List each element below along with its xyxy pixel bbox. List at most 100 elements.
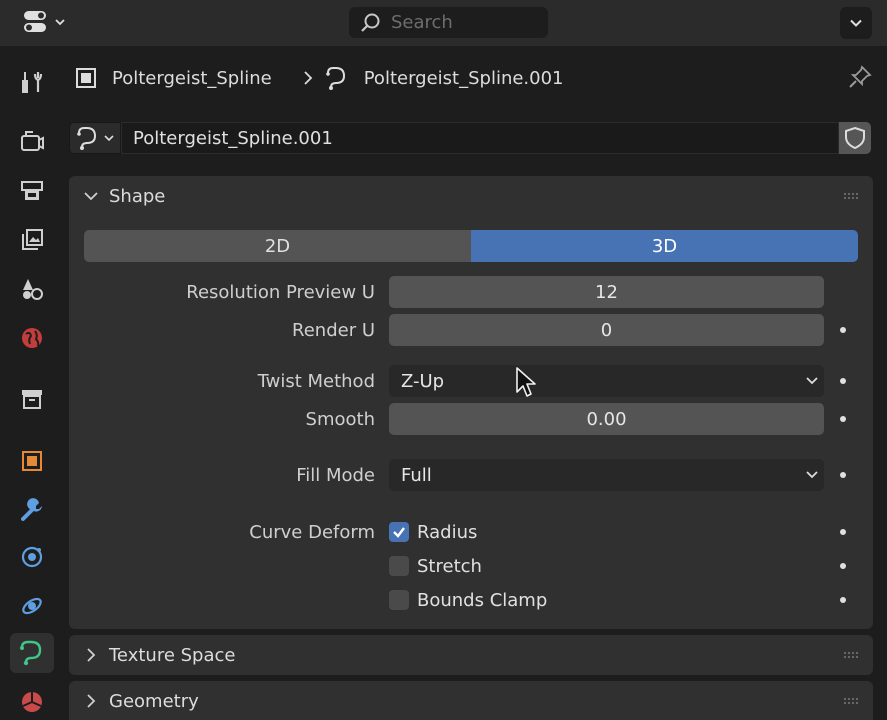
twist-method-label: Twist Method [257,370,375,392]
datablock-selector: Poltergeist_Spline.001 [69,122,871,154]
resolution-preview-label: Resolution Preview U [186,281,375,303]
checkbox-unchecked-icon [389,556,409,576]
drag-grip-icon[interactable] [843,192,859,200]
keyframe-dot-icon[interactable] [840,529,846,535]
tab-tool[interactable] [10,62,54,102]
properties-main: Poltergeist_Spline Poltergeist_Spline.00… [63,46,887,720]
tab-output[interactable] [10,171,54,211]
dimensions-toggle: 2D 3D [84,230,858,262]
radius-label: Radius [417,521,478,543]
shape-panel-title: Shape [109,185,166,207]
curve-data-icon [20,640,42,666]
tab-view-layer[interactable] [10,220,54,260]
chevron-down-icon [55,19,65,26]
geometry-panel-header[interactable]: Geometry [69,681,873,720]
keyframe-dot-icon[interactable] [840,563,846,569]
smooth-row: Smooth 0.00 [69,403,873,435]
texture-space-panel: Texture Space [69,635,873,675]
fake-user-button[interactable] [839,122,871,154]
twist-method-value: Z-Up [401,370,445,392]
geometry-title: Geometry [109,690,199,712]
fill-mode-label: Fill Mode [296,464,375,486]
breadcrumb-data-label: Poltergeist_Spline.001 [363,67,564,89]
bounds-clamp-label: Bounds Clamp [417,589,548,611]
datablock-browse-button[interactable] [69,122,121,154]
chevron-down-icon [806,471,818,479]
keyframe-dot-icon[interactable] [840,597,846,603]
keyframe-dot-icon[interactable] [840,378,846,384]
smooth-label: Smooth [305,408,375,430]
search-icon [361,13,380,32]
properties-header: Search [0,0,887,46]
geometry-panel: Geometry [69,681,873,720]
dimensions-2d-button[interactable]: 2D [84,230,471,262]
render-icon [21,131,44,151]
checkmark-icon [393,527,405,538]
smooth-field[interactable]: 0.00 [389,403,824,435]
stretch-checkbox[interactable]: Stretch [389,554,482,578]
chevron-down-icon [84,192,98,201]
render-u-field[interactable]: 0 [389,314,824,346]
modifier-icon [21,498,42,521]
header-options-dropdown[interactable] [840,7,872,39]
mouse-cursor-icon [516,367,536,397]
tool-icon [22,72,43,93]
resolution-preview-row: Resolution Preview U 12 [69,276,873,308]
render-u-label: Render U [292,319,375,341]
scene-icon [23,279,43,300]
object-icon [22,451,42,471]
tab-modifiers[interactable] [10,490,54,530]
breadcrumb-object-label: Poltergeist_Spline [112,67,272,89]
tab-scene[interactable] [10,269,54,309]
texture-space-panel-header[interactable]: Texture Space [69,635,873,675]
bounds-clamp-row: Bounds Clamp [69,584,873,616]
shape-panel-header[interactable]: Shape [69,176,873,216]
checkbox-unchecked-icon [389,590,409,610]
dimensions-3d-button[interactable]: 3D [471,230,858,262]
editor-type-button[interactable] [20,6,74,38]
chevron-right-icon [87,648,96,662]
tab-material[interactable] [10,682,54,720]
tab-physics[interactable] [10,586,54,626]
properties-tabs [0,46,63,720]
curve-data-icon [77,127,97,150]
tab-curve-data[interactable] [10,633,54,673]
bounds-clamp-checkbox[interactable]: Bounds Clamp [389,588,547,612]
breadcrumb-object[interactable]: Poltergeist_Spline [74,66,272,90]
keyframe-dot-icon[interactable] [840,472,846,478]
keyframe-dot-icon[interactable] [840,416,846,422]
view-layer-icon [22,229,43,250]
breadcrumb-data[interactable]: Poltergeist_Spline.001 [324,65,564,91]
tab-world[interactable] [10,318,54,358]
keyframe-dot-icon[interactable] [840,327,846,333]
chevron-right-icon [304,71,312,85]
checkbox-checked-icon [389,522,409,542]
twist-method-row: Twist Method Z-Up [69,365,873,397]
shield-icon [845,126,865,150]
chevron-down-icon [850,19,862,27]
breadcrumb: Poltergeist_Spline Poltergeist_Spline.00… [63,46,887,110]
pin-button[interactable] [847,64,873,95]
drag-grip-icon[interactable] [843,697,859,705]
radius-checkbox[interactable]: Radius [389,520,477,544]
curve-deform-label: Curve Deform [249,521,375,543]
resolution-preview-field[interactable]: 12 [389,276,824,308]
tab-collection[interactable] [10,379,54,419]
world-icon [22,328,42,348]
drag-grip-icon[interactable] [843,651,859,659]
render-u-row: Render U 0 [69,314,873,346]
tab-particles[interactable] [10,537,54,577]
properties-editor-icon [24,11,46,32]
tab-render[interactable] [10,121,54,161]
tab-object[interactable] [10,441,54,481]
fill-mode-dropdown[interactable]: Full [389,459,824,491]
datablock-name-field[interactable]: Poltergeist_Spline.001 [121,122,839,154]
search-input[interactable]: Search [349,7,548,38]
shape-panel: Shape 2D 3D Resolution Preview U 12 Rend… [69,176,873,629]
chevron-down-icon [104,135,114,142]
chevron-down-icon [806,377,818,385]
material-icon [22,692,42,712]
fill-mode-value: Full [401,464,432,486]
chevron-right-icon [87,694,96,708]
twist-method-dropdown[interactable]: Z-Up [389,365,824,397]
